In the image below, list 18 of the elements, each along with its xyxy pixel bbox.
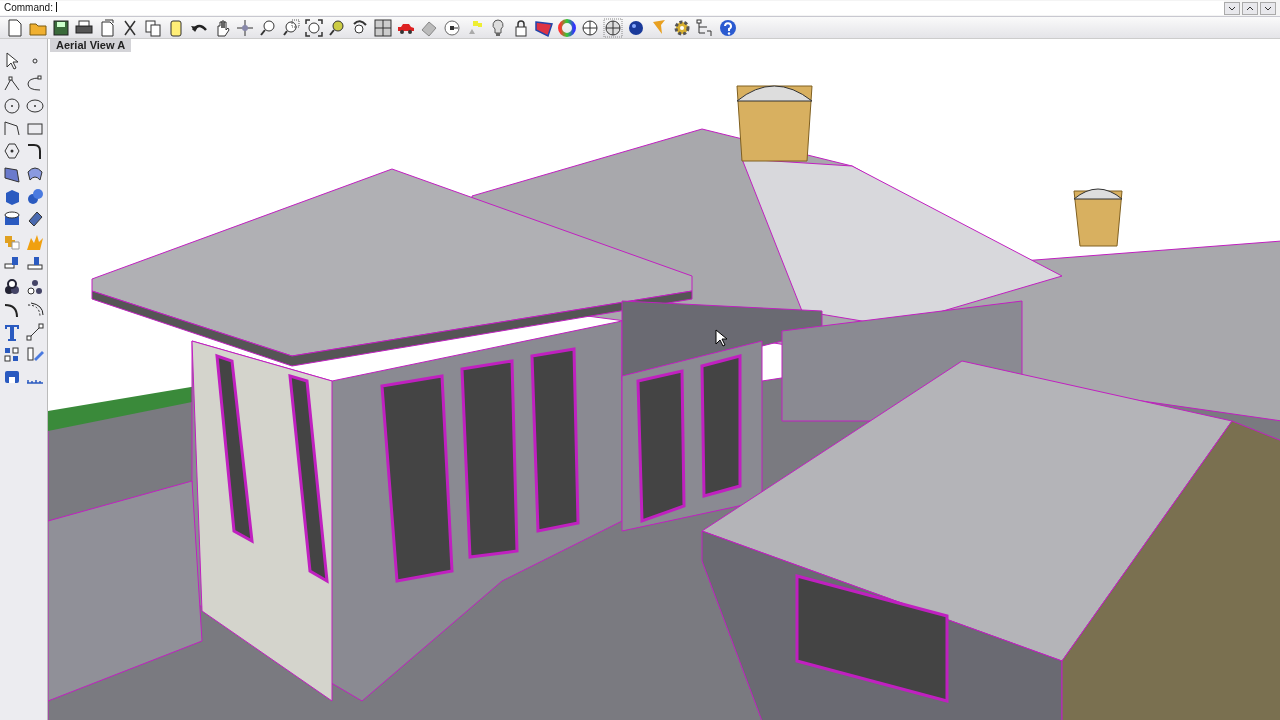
circle-icon[interactable] (1, 96, 23, 117)
dropdown-icon[interactable] (1224, 1, 1240, 15)
zoom-extents-icon[interactable] (303, 17, 325, 38)
command-field[interactable]: Command: (0, 1, 1224, 15)
text-cursor (55, 2, 57, 12)
shaded-sphere-icon[interactable] (602, 17, 624, 38)
viewport-title[interactable]: Aerial View A (50, 39, 132, 52)
save-icon[interactable] (50, 17, 72, 38)
help-icon[interactable] (717, 17, 739, 38)
copy-icon[interactable] (142, 17, 164, 38)
scroll-down-icon[interactable] (1260, 1, 1276, 15)
scroll-up-icon[interactable] (1242, 1, 1258, 15)
point-circle-icon[interactable] (441, 17, 463, 38)
four-viewports-icon[interactable] (372, 17, 394, 38)
color-wheel-icon[interactable] (556, 17, 578, 38)
wireframe-sphere-icon[interactable] (579, 17, 601, 38)
zoom-window-icon[interactable] (280, 17, 302, 38)
mouse-pointer-icon (715, 329, 727, 347)
